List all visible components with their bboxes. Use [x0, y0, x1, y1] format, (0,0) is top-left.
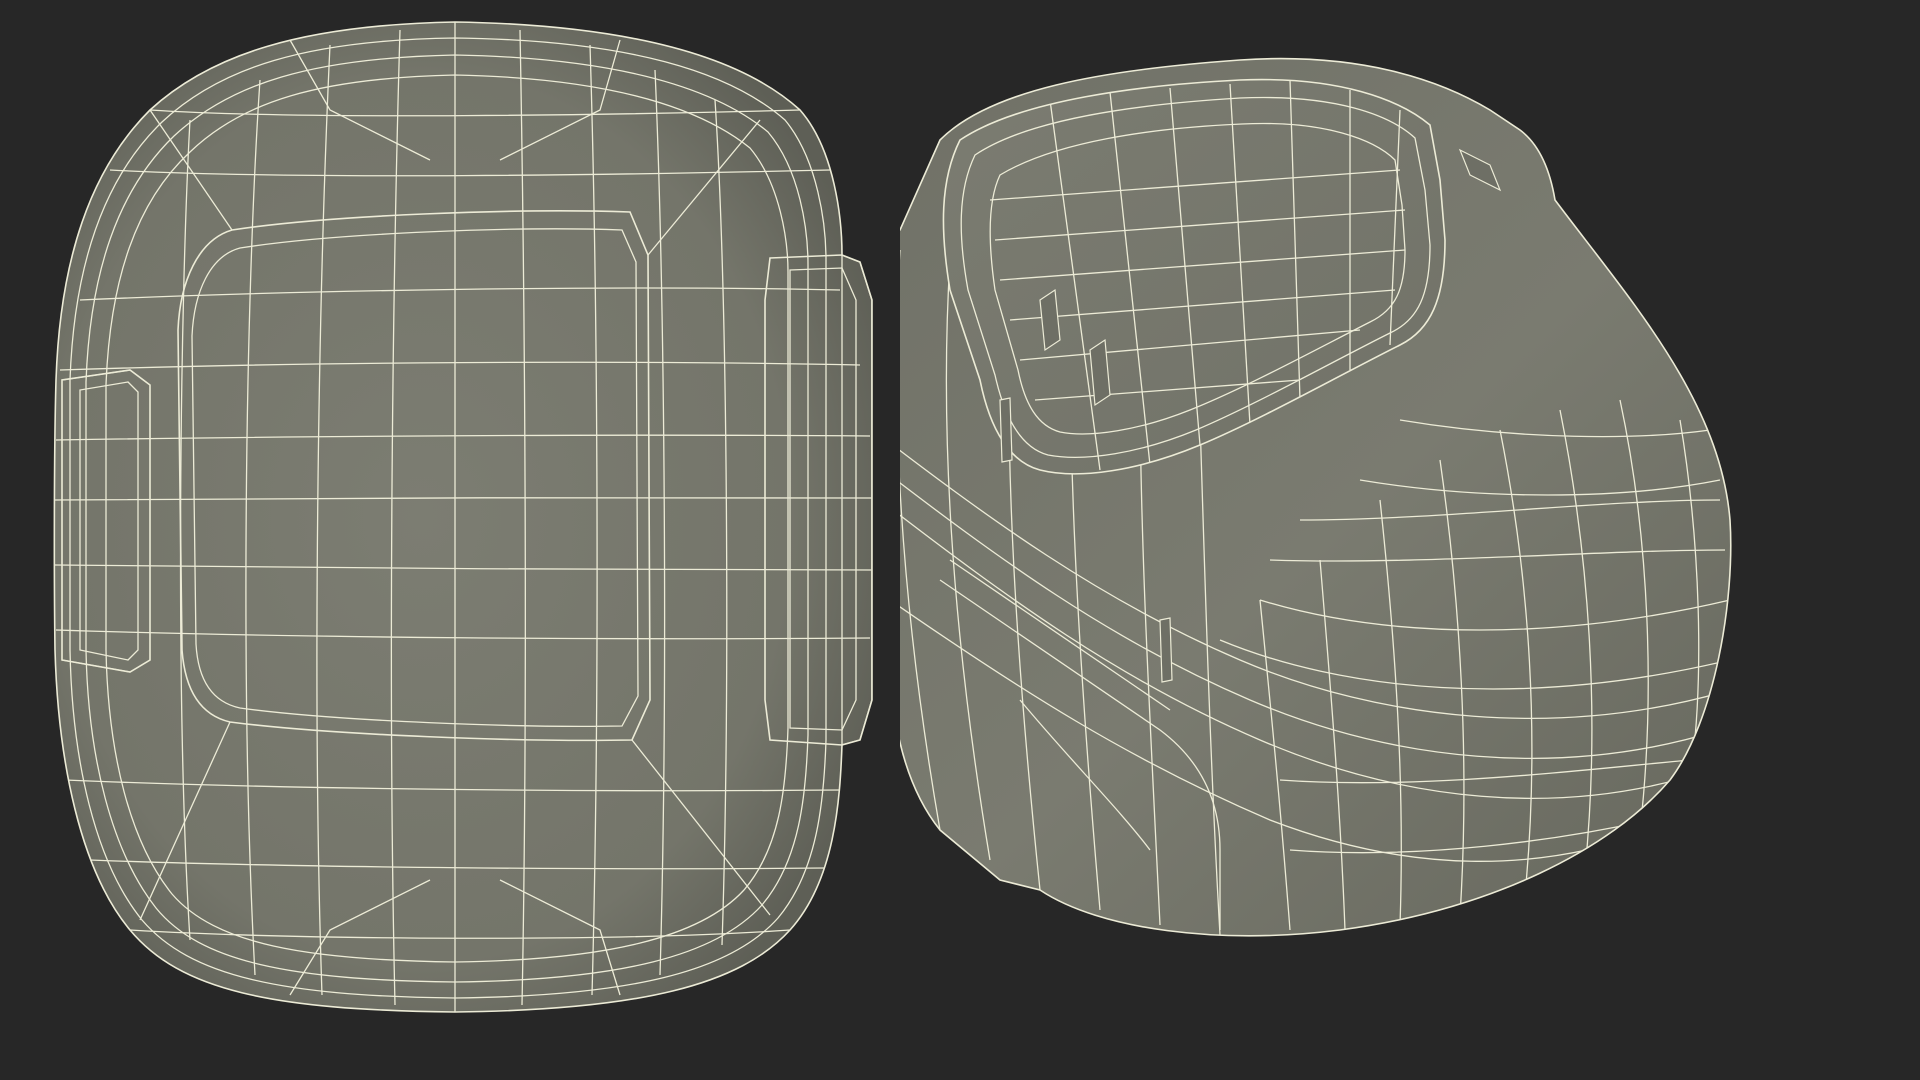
top-view-wireframe: [53, 21, 873, 1013]
perspective-view-panel: [900, 0, 1920, 1080]
top-view-panel: [0, 0, 900, 1080]
perspective-view-wireframe: [900, 57, 1732, 937]
viewport-canvas: [0, 0, 1920, 1080]
top-view-body: [53, 21, 873, 1013]
